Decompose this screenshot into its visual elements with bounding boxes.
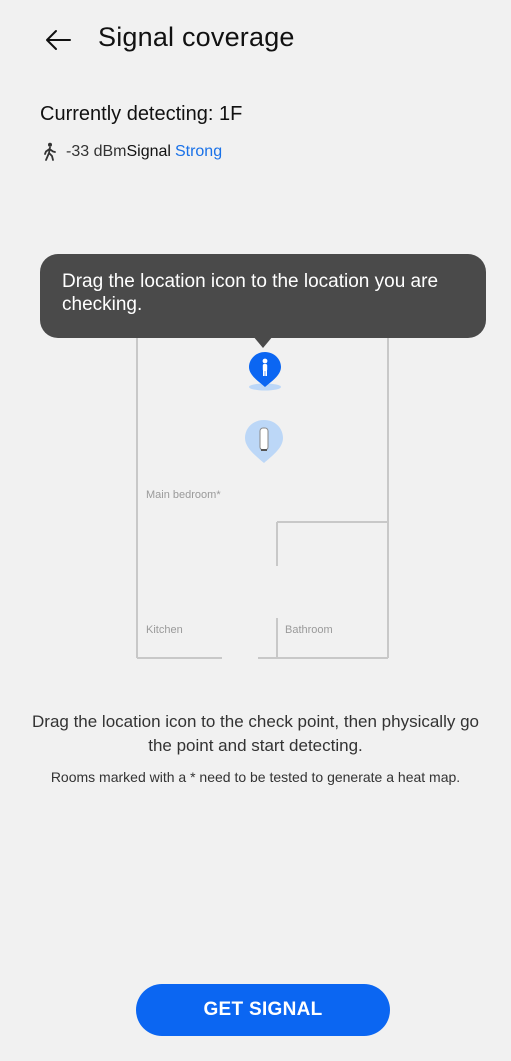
router-pin-icon [245, 420, 283, 463]
room-label-kitchen: Kitchen [146, 624, 183, 636]
heat-map-note: Rooms marked with a * need to be tested … [50, 769, 461, 785]
instruction-text: Drag the location icon to the check poin… [32, 712, 479, 755]
drag-hint-tooltip: Drag the location icon to the location y… [40, 254, 486, 338]
get-signal-button[interactable]: GET SIGNAL [136, 984, 390, 1036]
room-label-main-bedroom: Main bedroom* [146, 489, 221, 501]
person-location-pin-icon[interactable] [243, 350, 287, 392]
room-label-bathroom: Bathroom [285, 624, 333, 636]
tooltip-pointer [253, 336, 273, 348]
